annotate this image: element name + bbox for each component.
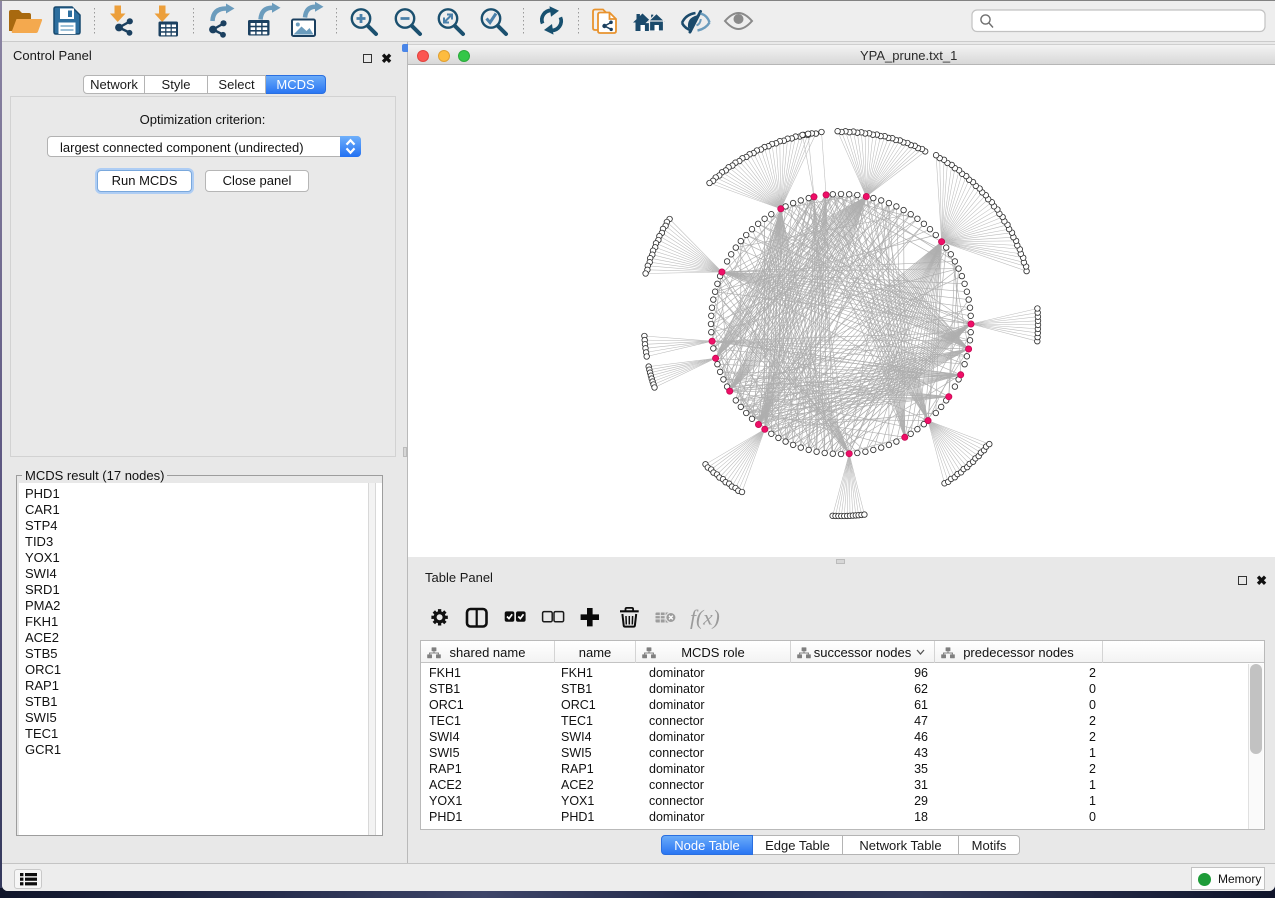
- svg-text:f(x): f(x): [690, 606, 720, 630]
